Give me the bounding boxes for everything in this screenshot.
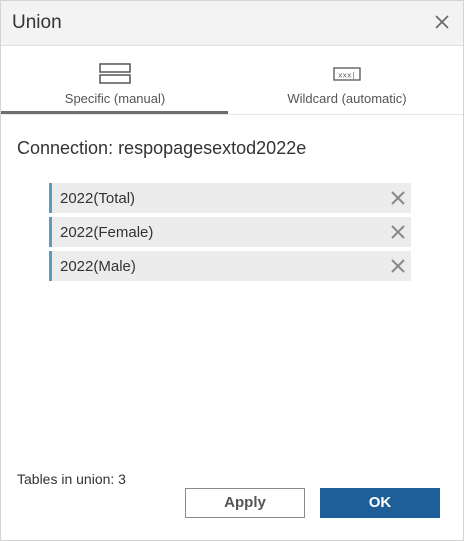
table-row[interactable]: 2022(Male) <box>49 251 411 281</box>
close-icon <box>391 259 405 273</box>
apply-button[interactable]: Apply <box>185 488 305 518</box>
table-name: 2022(Male) <box>60 258 136 275</box>
stacked-tables-icon <box>99 63 131 84</box>
tab-wildcard-automatic[interactable]: xxx| Wildcard (automatic) <box>231 59 463 115</box>
table-name: 2022(Total) <box>60 190 136 207</box>
tab-specific-manual[interactable]: Specific (manual) <box>1 59 229 115</box>
tab-label: Wildcard (automatic) <box>287 91 407 106</box>
close-icon <box>391 191 405 205</box>
wildcard-icon: xxx| <box>333 67 361 81</box>
remove-table-button[interactable] <box>391 225 405 239</box>
wildcard-icon-text: xxx| <box>338 73 356 81</box>
title-bar: Union <box>1 1 463 46</box>
table-row[interactable]: 2022(Total) <box>49 183 411 213</box>
table-name: 2022(Female) <box>60 224 154 241</box>
dialog-title: Union <box>12 12 62 33</box>
tab-divider <box>1 114 463 115</box>
close-icon <box>435 15 449 29</box>
connection-label: Connection: respopagesextod2022e <box>17 138 307 158</box>
ok-button[interactable]: OK <box>320 488 440 518</box>
remove-table-button[interactable] <box>391 259 405 273</box>
remove-table-button[interactable] <box>391 191 405 205</box>
union-table-list: 2022(Total) 2022(Female) 2022(Male) <box>49 183 411 285</box>
close-button[interactable] <box>433 13 451 31</box>
close-icon <box>391 225 405 239</box>
tab-label: Specific (manual) <box>64 91 166 106</box>
table-row[interactable]: 2022(Female) <box>49 217 411 247</box>
union-dialog: Union Specific (manual) xxx| Wildcard (a… <box>0 0 464 541</box>
tables-count-label: Tables in union: 3 <box>17 471 126 487</box>
